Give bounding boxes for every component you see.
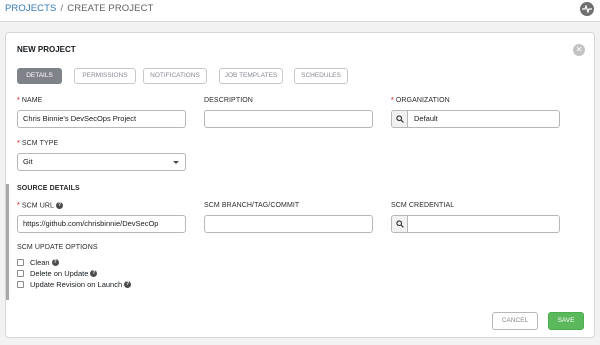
tab-permissions[interactable]: PERMISSIONS xyxy=(74,68,136,84)
name-label-text: NAME xyxy=(21,97,43,104)
top-bar: PROJECTS / CREATE PROJECT xyxy=(0,0,600,22)
required-marker: * xyxy=(17,202,20,210)
help-icon[interactable]: ? xyxy=(51,259,59,266)
description-label: DESCRIPTION xyxy=(204,97,253,104)
required-marker: * xyxy=(17,97,20,104)
breadcrumb-projects-link[interactable]: PROJECTS xyxy=(5,3,56,14)
source-details-title: SOURCE DETAILS xyxy=(17,185,80,192)
description-input[interactable] xyxy=(204,110,373,128)
delete-on-update-label: Delete on Update xyxy=(30,269,89,278)
breadcrumb-separator: / xyxy=(60,3,64,14)
clean-checkbox[interactable] xyxy=(17,259,24,266)
activity-stream-icon[interactable] xyxy=(580,2,594,16)
panel-title: NEW PROJECT xyxy=(17,45,76,54)
scm-type-select[interactable]: Git xyxy=(17,153,186,171)
chevron-down-icon xyxy=(173,161,179,164)
organization-value: Default xyxy=(414,114,438,123)
close-icon[interactable]: ✕ xyxy=(573,44,585,56)
search-icon[interactable] xyxy=(392,216,408,232)
organization-label-text: ORGANIZATION xyxy=(395,97,450,104)
delete-on-update-checkbox[interactable] xyxy=(17,270,24,277)
scm-url-input[interactable]: https://github.com/chrisbinnie/DevSecOp xyxy=(17,215,186,233)
new-project-panel: NEW PROJECT ✕ DETAILS PERMISSIONS NOTIFI… xyxy=(5,32,595,338)
cancel-button[interactable]: CANCEL xyxy=(492,312,538,330)
scm-type-label-text: SCM TYPE xyxy=(21,140,59,147)
name-label: * NAME xyxy=(17,97,42,104)
save-button[interactable]: SAVE xyxy=(548,312,584,330)
scm-branch-input[interactable] xyxy=(204,215,373,233)
update-revision-checkbox[interactable] xyxy=(17,281,24,288)
scm-url-label-text: SCM URL xyxy=(21,202,55,210)
scm-url-label: * SCM URL? xyxy=(17,202,64,210)
required-marker: * xyxy=(391,97,394,104)
tab-schedules[interactable]: SCHEDULES xyxy=(294,68,348,84)
scm-type-label: * SCM TYPE xyxy=(17,140,58,147)
clean-label: Clean xyxy=(30,258,50,267)
scm-credential-lookup[interactable] xyxy=(391,215,560,233)
option-update-revision-on-launch[interactable]: Update Revision on Launch? xyxy=(17,280,132,289)
option-clean[interactable]: Clean? xyxy=(17,258,59,267)
help-icon[interactable]: ? xyxy=(56,202,64,209)
search-icon[interactable] xyxy=(392,111,408,127)
update-revision-label: Update Revision on Launch xyxy=(30,280,123,289)
option-delete-on-update[interactable]: Delete on Update? xyxy=(17,269,98,278)
scm-type-value: Git xyxy=(23,157,33,166)
organization-lookup[interactable]: Default xyxy=(391,110,560,128)
breadcrumb: PROJECTS / CREATE PROJECT xyxy=(5,3,153,14)
required-marker: * xyxy=(17,140,20,147)
tab-details[interactable]: DETAILS xyxy=(17,68,62,84)
help-icon[interactable]: ? xyxy=(90,270,98,277)
section-indicator-bar xyxy=(6,184,9,300)
breadcrumb-current: CREATE PROJECT xyxy=(67,3,154,14)
scm-branch-label: SCM BRANCH/TAG/COMMIT xyxy=(204,202,300,209)
tab-job-templates[interactable]: JOB TEMPLATES xyxy=(219,68,283,84)
tab-notifications[interactable]: NOTIFICATIONS xyxy=(143,68,207,84)
scm-credential-label: SCM CREDENTIAL xyxy=(391,202,455,209)
scm-update-options-label: SCM UPDATE OPTIONS xyxy=(17,244,98,251)
help-icon[interactable]: ? xyxy=(124,281,132,288)
organization-label: * ORGANIZATION xyxy=(391,97,450,104)
name-input[interactable]: Chris Binnie's DevSecOps Project xyxy=(17,110,186,128)
